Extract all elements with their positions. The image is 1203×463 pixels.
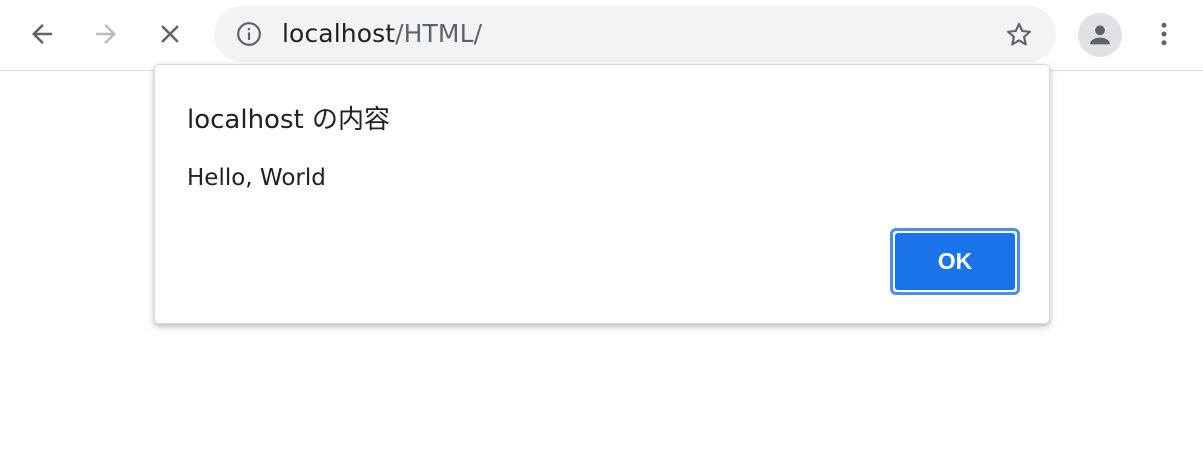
dialog-message: Hello, World — [187, 165, 326, 191]
url-text[interactable]: localhost/HTML/ — [282, 6, 482, 62]
forward-arrow-icon — [96, 24, 116, 44]
url-host: localhost — [282, 19, 396, 48]
star-icon[interactable] — [1004, 20, 1034, 50]
close-icon — [161, 25, 179, 43]
back-button[interactable] — [22, 14, 62, 54]
more-vertical-icon — [1161, 22, 1167, 46]
url-path: /HTML/ — [395, 19, 483, 48]
alert-dialog: localhost の内容 Hello, World OK — [154, 64, 1050, 324]
ok-button[interactable]: OK — [890, 228, 1020, 295]
info-icon[interactable] — [236, 21, 262, 47]
browser-menu-button[interactable] — [1144, 14, 1184, 54]
stop-loading-button[interactable] — [150, 14, 190, 54]
browser-toolbar: localhost/HTML/ — [0, 0, 1203, 71]
forward-button[interactable] — [86, 14, 126, 54]
address-bar[interactable]: localhost/HTML/ — [214, 6, 1056, 62]
ok-button-label: OK — [895, 233, 1015, 290]
back-arrow-icon — [32, 24, 52, 44]
person-icon — [1090, 25, 1110, 45]
dialog-title: localhost の内容 — [187, 105, 390, 135]
profile-button[interactable] — [1078, 13, 1122, 57]
